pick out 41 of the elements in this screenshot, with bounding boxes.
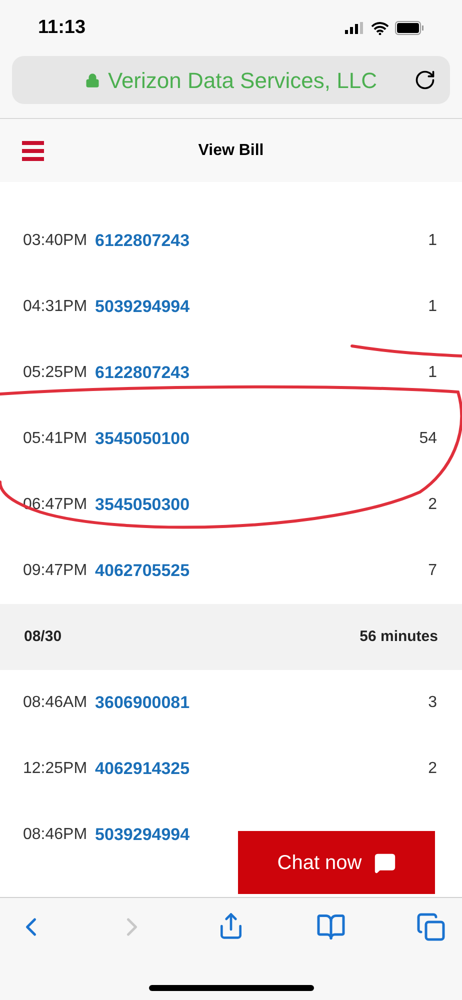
call-time: 06:47PM — [23, 495, 88, 515]
reload-button[interactable] — [414, 69, 436, 91]
call-minutes: 54 — [419, 429, 437, 449]
lock-icon — [84, 72, 100, 88]
call-minutes: 2 — [428, 759, 437, 779]
phone-link[interactable]: 4062914325 — [95, 756, 190, 782]
tabs-button[interactable] — [416, 912, 446, 942]
call-time: 08:46AM — [23, 693, 88, 713]
call-time: 08:46PM — [23, 825, 88, 845]
call-time: 09:47PM — [23, 561, 88, 581]
menu-button[interactable] — [22, 140, 44, 160]
call-minutes: 7 — [428, 561, 437, 581]
call-minutes: 2 — [428, 495, 437, 515]
phone-link[interactable]: 5039294994 — [95, 822, 190, 848]
site-name: Verizon Data Services, LLC — [108, 66, 378, 94]
call-time: 05:25PM — [23, 363, 88, 383]
call-minutes: 1 — [428, 363, 437, 383]
phone-link[interactable]: 4062705525 — [95, 558, 190, 584]
phone-link[interactable]: 6122807243 — [95, 228, 190, 254]
chat-now-button[interactable]: Chat now — [238, 831, 435, 894]
phone-link[interactable]: 6122807243 — [95, 360, 190, 386]
call-time: 04:31PM — [23, 297, 88, 317]
call-time: 12:25PM — [23, 759, 88, 779]
page-title: View Bill — [198, 140, 264, 160]
phone-link[interactable]: 3545050300 — [95, 492, 190, 518]
chat-icon — [374, 852, 396, 874]
phone-link[interactable]: 3606900081 — [95, 690, 190, 716]
call-time: 05:41PM — [23, 429, 88, 449]
wifi-icon — [371, 22, 389, 34]
bookmarks-button[interactable] — [316, 912, 346, 942]
battery-icon — [395, 21, 424, 35]
date-label: 08/30 — [24, 626, 62, 647]
call-time: 03:40PM — [23, 231, 88, 251]
signal-icon — [345, 22, 365, 34]
call-minutes: 3 — [428, 693, 437, 713]
call-minutes: 1 — [428, 231, 437, 251]
day-total: 56 minutes — [360, 626, 438, 647]
status-time: 11:13 — [38, 16, 86, 40]
phone-link[interactable]: 3545050100 — [95, 426, 190, 452]
call-minutes: 1 — [428, 297, 437, 317]
phone-link[interactable]: 5039294994 — [95, 294, 190, 320]
